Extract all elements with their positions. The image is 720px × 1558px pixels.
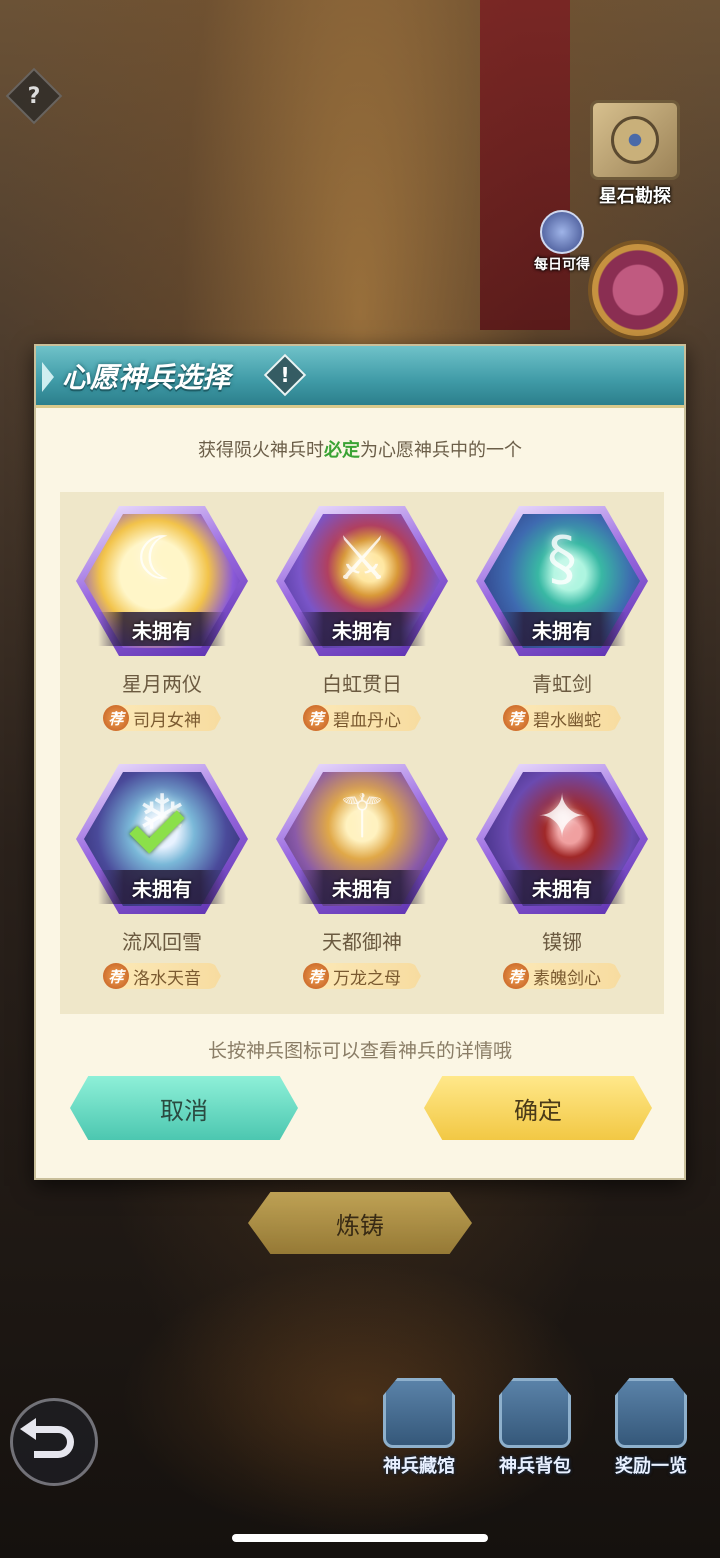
weapon-name: 白虹贯日	[322, 672, 402, 696]
rewards-chest-icon	[615, 1378, 687, 1448]
ownership-status: 未拥有	[498, 612, 626, 646]
subtitle-after: 为心愿神兵中的一个	[360, 440, 522, 461]
recommended-hero: 荐 碧血丹心	[303, 705, 421, 731]
recommended-hero: 荐 司月女神	[103, 705, 221, 731]
recommended-hero: 荐 洛水天音	[103, 963, 221, 989]
subtitle-before: 获得陨火神兵时	[198, 440, 324, 461]
weapon-icon[interactable]: § 未拥有	[476, 506, 648, 656]
nav-label: 奖励一览	[615, 1456, 687, 1477]
nav-label: 神兵背包	[499, 1456, 571, 1477]
background-banner	[480, 0, 570, 330]
hero-name: 洛水天音	[133, 968, 201, 989]
ownership-status: 未拥有	[98, 870, 226, 904]
hero-name: 万龙之母	[333, 968, 401, 989]
serpent-sword-icon: §	[547, 524, 577, 594]
weapon-medal-icon[interactable]	[588, 240, 688, 340]
info-icon[interactable]: !	[263, 353, 307, 397]
long-press-hint: 长按神兵图标可以查看神兵的详情哦	[207, 1040, 512, 1062]
dialog-title-bar: 心愿神兵选择 !	[36, 346, 684, 408]
nav-rewards-overview[interactable]: 奖励一览	[602, 1378, 700, 1478]
ownership-status: 未拥有	[298, 870, 426, 904]
weapon-card[interactable]: ✦ 未拥有 镆铘 荐 素魄剑心	[464, 750, 660, 1000]
back-button[interactable]	[10, 1398, 98, 1486]
moon-weapon-icon: ☾	[135, 524, 189, 594]
weapon-name: 青虹剑	[532, 672, 592, 696]
home-indicator[interactable]	[232, 1534, 488, 1542]
recommend-icon: 荐	[103, 705, 129, 731]
nav-label: 神兵藏馆	[383, 1456, 455, 1477]
spear-weapon-icon: ⚔	[335, 524, 389, 594]
weapon-name: 流风回雪	[122, 930, 202, 954]
daily-label: 每日可得	[534, 257, 590, 273]
recommended-hero: 荐 素魄剑心	[503, 963, 621, 989]
weapon-card[interactable]: ❄ 未拥有 流风回雪 荐 洛水天音	[64, 750, 260, 1000]
nav-weapon-bag[interactable]: 神兵背包	[486, 1378, 584, 1478]
daily-reward-icon	[540, 210, 584, 254]
map-scroll-icon	[590, 100, 680, 180]
hero-name: 素魄剑心	[533, 968, 601, 989]
ownership-status: 未拥有	[98, 612, 226, 646]
ownership-status: 未拥有	[298, 612, 426, 646]
weapon-name: 天都御神	[322, 930, 402, 954]
compass-icon	[611, 116, 659, 164]
weapon-card[interactable]: ⚚ 未拥有 天都御神 荐 万龙之母	[264, 750, 460, 1000]
weapon-icon[interactable]: ✦ 未拥有	[476, 764, 648, 914]
dialog-subtitle: 获得陨火神兵时必定为心愿神兵中的一个	[36, 436, 684, 462]
wish-weapon-dialog: 心愿神兵选择 ! 获得陨火神兵时必定为心愿神兵中的一个 ☾ 未拥有 星月两仪 荐…	[34, 344, 686, 1180]
weapon-icon[interactable]: ⚔ 未拥有	[276, 506, 448, 656]
museum-icon	[383, 1378, 455, 1448]
hero-name: 碧血丹心	[333, 710, 401, 731]
weapon-card[interactable]: ⚔ 未拥有 白虹贯日 荐 碧血丹心	[264, 492, 460, 742]
ownership-status: 未拥有	[498, 870, 626, 904]
dialog-title: 心愿神兵选择	[62, 361, 231, 394]
weapon-grid: ☾ 未拥有 星月两仪 荐 司月女神 ⚔ 未拥有 白虹贯日 荐 碧血丹心 § 未拥…	[60, 492, 664, 1014]
nav-weapon-museum[interactable]: 神兵藏馆	[370, 1378, 468, 1478]
weapon-card[interactable]: ☾ 未拥有 星月两仪 荐 司月女神	[64, 492, 260, 742]
help-icon: ?	[27, 83, 41, 109]
weapon-icon[interactable]: ⚚ 未拥有	[276, 764, 448, 914]
hero-name: 碧水幽蛇	[533, 710, 601, 731]
recommend-icon: 荐	[303, 963, 329, 989]
recommend-icon: 荐	[503, 963, 529, 989]
recommend-icon: 荐	[503, 705, 529, 731]
weapon-name: 星月两仪	[122, 672, 202, 696]
bag-icon	[499, 1378, 571, 1448]
explore-label: 星石勘探	[599, 186, 671, 207]
recommended-hero: 荐 碧水幽蛇	[503, 705, 621, 731]
weapon-card[interactable]: § 未拥有 青虹剑 荐 碧水幽蛇	[464, 492, 660, 742]
weapon-icon[interactable]: ☾ 未拥有	[76, 506, 248, 656]
subtitle-highlight: 必定	[324, 440, 360, 461]
confirm-button[interactable]: 确定	[424, 1076, 652, 1140]
scepter-weapon-icon: ⚚	[335, 782, 389, 852]
star-stone-explore-button[interactable]: 星石勘探	[590, 100, 680, 208]
recommend-icon: 荐	[103, 963, 129, 989]
crimson-blade-icon: ✦	[536, 782, 588, 852]
hero-name: 司月女神	[133, 710, 201, 731]
back-arrow-icon	[20, 1418, 74, 1458]
recommend-icon: 荐	[303, 705, 329, 731]
cancel-button[interactable]: 取消	[70, 1076, 298, 1140]
forge-button[interactable]: 炼铸	[248, 1192, 472, 1254]
daily-reward-button[interactable]: 每日可得	[534, 210, 590, 274]
weapon-icon[interactable]: ❄ 未拥有	[76, 764, 248, 914]
weapon-name: 镆铘	[542, 930, 582, 954]
recommended-hero: 荐 万龙之母	[303, 963, 421, 989]
info-glyph: !	[280, 363, 290, 387]
